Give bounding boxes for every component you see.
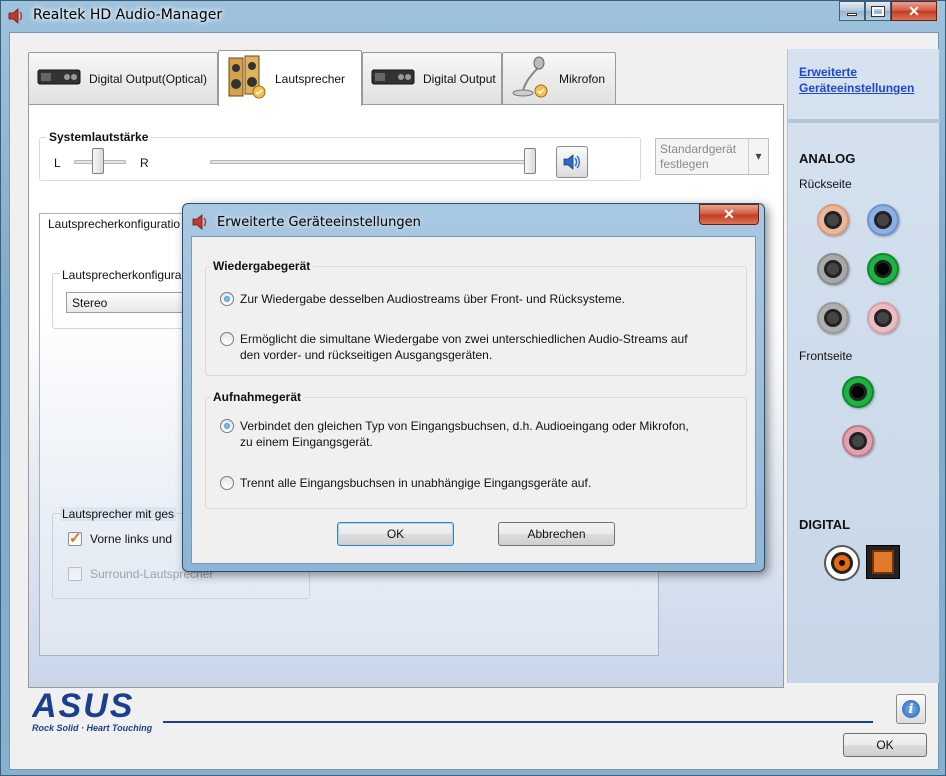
jack-hole-icon xyxy=(824,260,842,278)
dialog-title: Erweiterte Geräteeinstellungen xyxy=(217,215,421,230)
info-icon: i xyxy=(902,700,920,718)
chevron-down-icon: ▾ xyxy=(748,139,768,174)
tab-label: Lautsprecher xyxy=(275,71,346,86)
minimize-icon xyxy=(847,12,857,16)
recording-group: Aufnahmegerät Verbindet den gleichen Typ… xyxy=(205,390,747,509)
jack-hole-icon xyxy=(849,432,867,450)
playback-option-separate-streams-label-1: Ermöglicht die simultane Wiedergabe von … xyxy=(240,332,688,346)
balance-slider[interactable] xyxy=(92,148,104,174)
microphone-icon xyxy=(511,55,551,102)
system-volume-label: Systemlautstärke xyxy=(46,130,152,144)
record-option-combine-label-1: Verbindet den gleichen Typ von Eingangsb… xyxy=(240,419,689,433)
brand-tagline: Rock Solid · Heart Touching xyxy=(32,723,153,733)
volume-slider[interactable] xyxy=(524,148,536,174)
tab-digital-output-optical[interactable]: Digital Output(Optical) xyxy=(28,52,218,104)
fullrange-label: Lautsprecher mit ges xyxy=(60,507,177,521)
speaker-app-icon xyxy=(191,213,209,234)
jack-hole-icon xyxy=(874,260,892,278)
playback-option-separate-streams-radio[interactable] xyxy=(220,332,234,346)
record-option-separate-label: Trennt alle Eingangsbuchsen in unabhängi… xyxy=(240,476,592,490)
optical-port-icon[interactable] xyxy=(866,545,900,579)
balance-right-label: R xyxy=(140,156,149,170)
jack-front-green[interactable] xyxy=(842,376,874,408)
tab-label: Digital Output xyxy=(423,71,496,86)
ok-button[interactable]: OK xyxy=(843,733,927,757)
tab-digital-output[interactable]: Digital Output xyxy=(362,52,502,104)
playback-option-same-stream-label: Zur Wiedergabe desselben Audiostreams üb… xyxy=(240,292,625,306)
tab-lautsprecher[interactable]: Lautsprecher xyxy=(218,50,362,106)
front-fullrange-label: Vorne links und xyxy=(90,532,173,546)
playback-group-label: Wiedergabegerät xyxy=(210,259,314,273)
speaker-icon xyxy=(227,54,267,103)
set-default-device-dropdown[interactable]: Standardgerät festlegen ▾ xyxy=(655,138,769,175)
tab-mikrofon[interactable]: Mikrofon xyxy=(502,52,616,104)
close-icon: ✕ xyxy=(723,206,735,222)
advanced-settings-link-line2: Geräteeinstellungen xyxy=(799,81,915,95)
tab-label: Mikrofon xyxy=(559,71,606,86)
jack-back-orange[interactable] xyxy=(817,204,849,236)
digital-output-device-icon xyxy=(371,66,415,91)
coaxial-port-icon[interactable] xyxy=(824,545,860,581)
digital-output-device-icon xyxy=(37,66,81,91)
jack-hole-icon xyxy=(824,309,842,327)
close-button[interactable]: ✕ xyxy=(891,1,937,21)
balance-left-label: L xyxy=(54,156,61,170)
close-icon: ✕ xyxy=(908,2,920,19)
dialog-client: Wiedergabegerät Zur Wiedergabe desselben… xyxy=(191,236,756,564)
svg-text:ASUS: ASUS xyxy=(32,690,134,722)
surround-checkbox[interactable] xyxy=(68,567,82,581)
front-panel-label: Frontseite xyxy=(799,349,853,363)
jack-hole-icon xyxy=(874,309,892,327)
playback-option-same-stream-radio[interactable] xyxy=(220,292,234,306)
digital-heading: DIGITAL xyxy=(799,517,851,532)
jack-back-silver[interactable] xyxy=(817,302,849,334)
jack-front-pink[interactable] xyxy=(842,425,874,457)
back-panel-label: Rückseite xyxy=(799,177,852,191)
advanced-settings-link-line1: Erweiterte xyxy=(799,65,858,79)
record-option-combine-label-2: zu einem Eingangsgerät. xyxy=(240,435,373,449)
maximize-icon xyxy=(871,5,885,17)
info-button[interactable]: i xyxy=(896,694,926,724)
right-panel-divider xyxy=(788,119,940,123)
advanced-settings-link[interactable]: Erweiterte Geräteeinstellungen xyxy=(799,64,914,96)
dialog-ok-button[interactable]: OK xyxy=(337,522,454,546)
jack-back-blue[interactable] xyxy=(867,204,899,236)
volume-icon xyxy=(563,154,580,170)
title-bar: Realtek HD Audio-Manager ✕ xyxy=(1,1,945,31)
speaker-app-icon xyxy=(7,7,25,25)
record-option-combine-radio[interactable] xyxy=(220,419,234,433)
jack-hole-icon xyxy=(824,211,842,229)
mute-button[interactable] xyxy=(556,146,588,178)
window-title: Realtek HD Audio-Manager xyxy=(33,7,223,23)
system-volume-group: Systemlautstärke L R xyxy=(39,130,641,181)
advanced-settings-dialog: Erweiterte Geräteeinstellungen ✕ Wiederg… xyxy=(182,203,765,572)
minimize-button[interactable] xyxy=(839,1,865,21)
jack-hole-icon xyxy=(874,211,892,229)
recording-group-label: Aufnahmegerät xyxy=(210,390,305,404)
analog-heading: ANALOG xyxy=(799,151,856,166)
record-option-separate-radio[interactable] xyxy=(220,476,234,490)
speaker-config-title: Lautsprecherkonfiguratio xyxy=(46,217,183,231)
playback-option-separate-streams-label-2: den vorder- und rückseitigen Ausgangsger… xyxy=(240,348,493,362)
maximize-button[interactable] xyxy=(865,1,891,21)
dialog-cancel-button[interactable]: Abbrechen xyxy=(498,522,615,546)
brand-divider xyxy=(163,721,873,723)
asus-logo: ASUS xyxy=(31,687,162,725)
jack-back-pink[interactable] xyxy=(867,302,899,334)
playback-group: Wiedergabegerät Zur Wiedergabe desselben… xyxy=(205,259,747,376)
jack-hole-icon xyxy=(849,383,867,401)
jack-back-green[interactable] xyxy=(867,253,899,285)
tab-label: Digital Output(Optical) xyxy=(89,71,208,86)
front-fullrange-checkbox[interactable] xyxy=(68,529,82,547)
jack-back-grey[interactable] xyxy=(817,253,849,285)
volume-track xyxy=(210,160,534,164)
right-panel: Erweiterte Geräteeinstellungen ANALOG Rü… xyxy=(787,49,940,683)
dialog-close-button[interactable]: ✕ xyxy=(699,204,759,225)
speaker-config-label: Lautsprecherkonfigura xyxy=(60,268,184,282)
